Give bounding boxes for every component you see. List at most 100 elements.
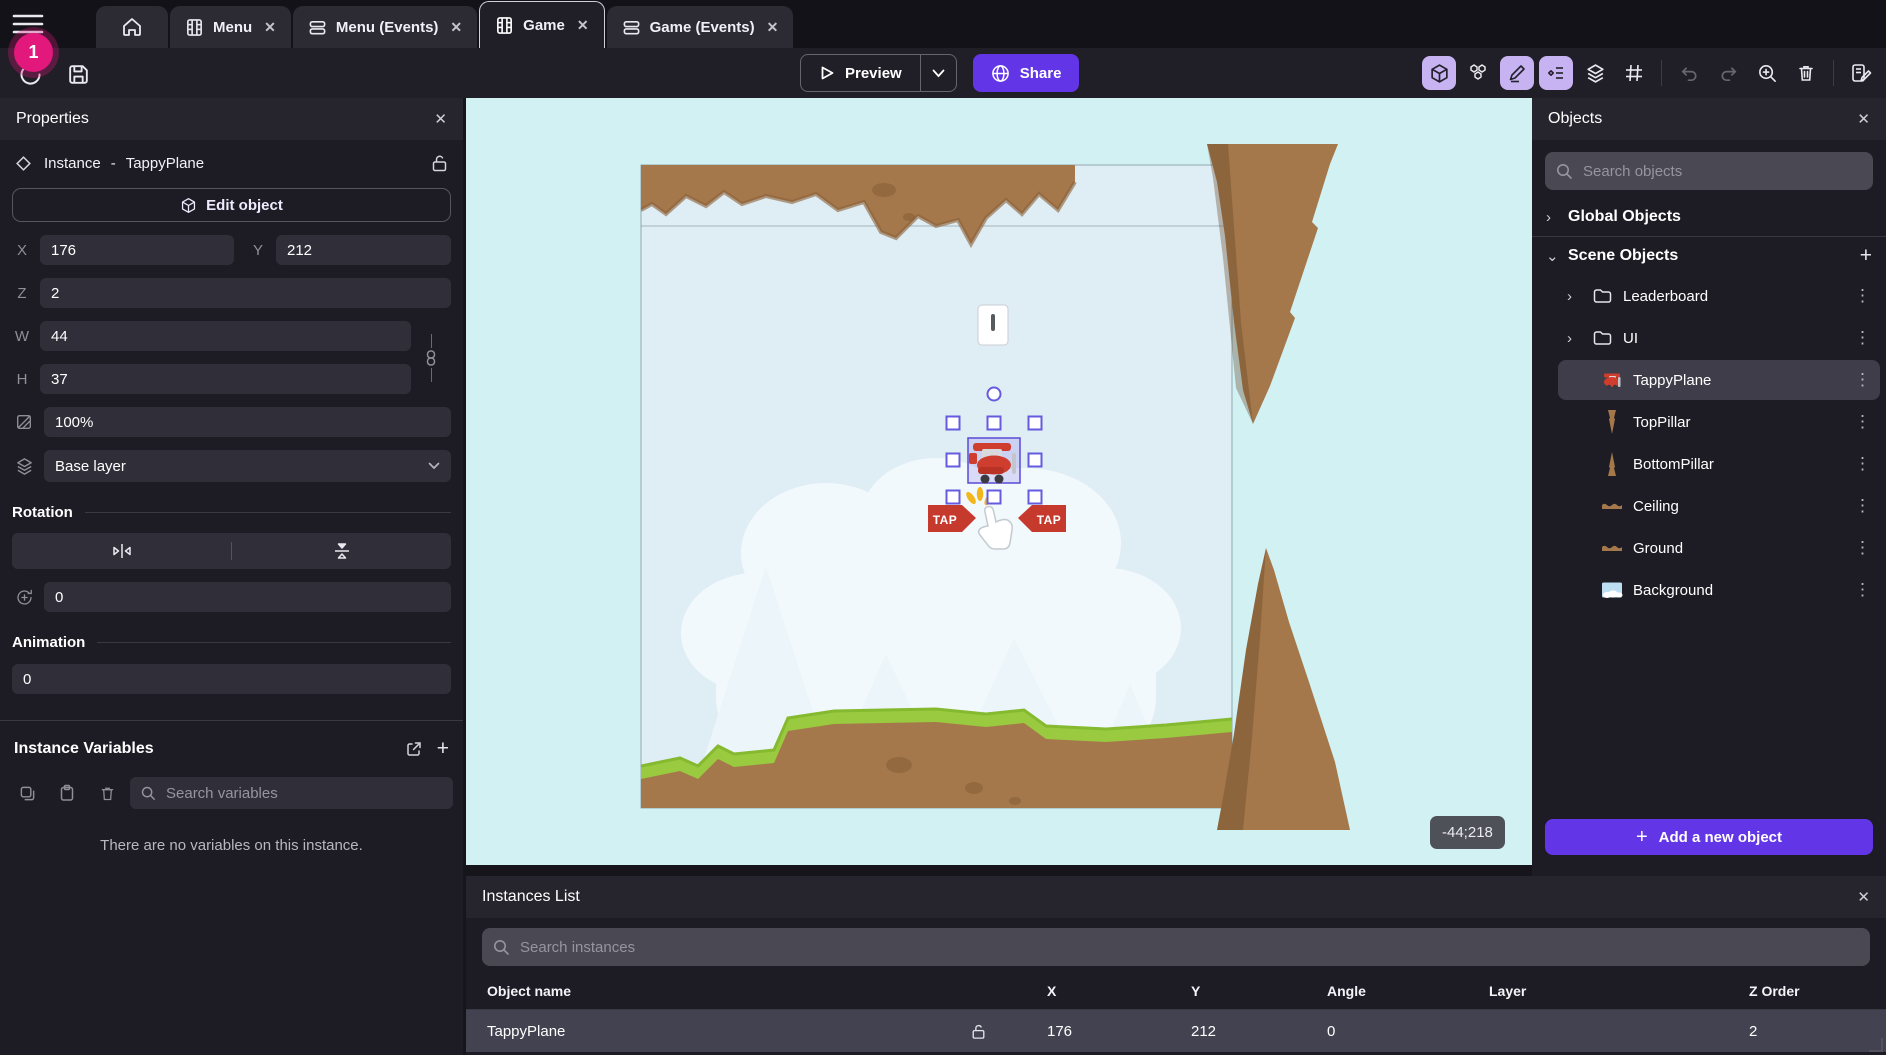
instance-table-row[interactable]: TappyPlane 176 212 0 2: [466, 1010, 1886, 1052]
layer-select[interactable]: Base layer: [44, 450, 451, 482]
kebab-menu-icon[interactable]: ⋮: [1854, 412, 1871, 432]
flip-horizontal-button[interactable]: [12, 533, 231, 569]
save-icon[interactable]: [66, 62, 91, 87]
add-object-icon[interactable]: +: [1860, 244, 1872, 268]
open-in-new-icon[interactable]: [405, 740, 423, 758]
link-line: [431, 368, 432, 382]
tab-close-icon[interactable]: ✕: [264, 19, 276, 36]
object-row-toppillar[interactable]: TopPillar ⋮: [1558, 402, 1880, 442]
lock-aspect-ratio-toggle[interactable]: [411, 321, 451, 394]
global-objects-header[interactable]: › Global Objects: [1532, 198, 1886, 236]
terrain-strip-icon: [1601, 542, 1623, 554]
object-row-ground[interactable]: Ground ⋮: [1558, 528, 1880, 568]
animation-input[interactable]: [12, 664, 451, 694]
object-row-ceiling[interactable]: Ceiling ⋮: [1558, 486, 1880, 526]
add-new-object-button[interactable]: + Add a new object: [1545, 819, 1873, 855]
kebab-menu-icon[interactable]: ⋮: [1854, 580, 1871, 600]
layers-button[interactable]: [1578, 56, 1612, 90]
objects-search-input[interactable]: [1581, 162, 1863, 181]
share-button[interactable]: Share: [973, 54, 1080, 92]
instance-object-name: TappyPlane: [126, 155, 204, 172]
instances-search[interactable]: [482, 928, 1870, 966]
scene-artwork: TAP TAP: [466, 98, 1532, 865]
objects-search[interactable]: [1545, 152, 1873, 190]
tab-menu-events[interactable]: Menu (Events) ✕: [293, 6, 477, 48]
grid-button[interactable]: [1617, 56, 1651, 90]
undo-button[interactable]: [1672, 56, 1706, 90]
add-variable-icon[interactable]: +: [437, 737, 449, 761]
scene-objects-header[interactable]: ⌄ Scene Objects +: [1532, 237, 1886, 275]
scene-canvas[interactable]: TAP TAP -44: [466, 98, 1532, 865]
edit-object-label: Edit object: [206, 197, 283, 214]
edit-scene-properties-button[interactable]: [1844, 56, 1878, 90]
object-row-tappyplane[interactable]: TappyPlane ⋮: [1558, 360, 1880, 400]
kebab-menu-icon[interactable]: ⋮: [1854, 328, 1871, 348]
variables-toolbar: [10, 777, 453, 809]
opacity-input[interactable]: [44, 407, 451, 437]
main-menu-button[interactable]: [12, 12, 44, 36]
kebab-menu-icon[interactable]: ⋮: [1854, 370, 1871, 390]
edit-document-icon: [1850, 62, 1872, 84]
delete-button[interactable]: [1789, 56, 1823, 90]
cell-x: 176: [1031, 1023, 1175, 1040]
redo-button[interactable]: [1711, 56, 1745, 90]
edit-object-button[interactable]: Edit object: [12, 188, 451, 222]
global-objects-label: Global Objects: [1568, 208, 1681, 226]
variables-search[interactable]: [130, 777, 453, 809]
pencil-icon: [1507, 63, 1527, 83]
tab-game[interactable]: Game ✕: [479, 1, 604, 48]
unlock-icon[interactable]: [431, 154, 448, 172]
play-icon: [819, 65, 835, 81]
close-icon[interactable]: ✕: [1857, 888, 1870, 906]
folder-icon: [1591, 330, 1613, 346]
zoom-button[interactable]: [1750, 56, 1784, 90]
cell-object-name: TappyPlane: [487, 1023, 955, 1040]
y-label: Y: [248, 242, 268, 259]
instances-blocks-button[interactable]: [1461, 56, 1495, 90]
object-row-ui[interactable]: › UI ⋮: [1558, 318, 1880, 358]
notification-badge[interactable]: 1: [14, 33, 53, 72]
instances-table-header: Object name X Y Angle Layer Z Order: [466, 972, 1886, 1010]
width-input[interactable]: [40, 321, 411, 351]
y-input[interactable]: [276, 235, 451, 265]
tab-home[interactable]: [96, 6, 168, 48]
resize-grip[interactable]: [1869, 1038, 1883, 1052]
height-input[interactable]: [40, 364, 411, 394]
tab-game-events[interactable]: Game (Events) ✕: [607, 6, 794, 48]
copy-icon[interactable]: [10, 778, 44, 808]
close-icon[interactable]: ✕: [1857, 110, 1870, 128]
trash-icon[interactable]: [90, 778, 124, 808]
tab-close-icon[interactable]: ✕: [450, 19, 462, 36]
kebab-menu-icon[interactable]: ⋮: [1854, 538, 1871, 558]
tab-close-icon[interactable]: ✕: [577, 17, 589, 34]
instances-search-input[interactable]: [518, 938, 1860, 957]
kebab-menu-icon[interactable]: ⋮: [1854, 286, 1871, 306]
tab-close-icon[interactable]: ✕: [767, 19, 779, 36]
properties-list-button[interactable]: [1539, 56, 1573, 90]
rotation-input[interactable]: [44, 582, 451, 612]
z-input[interactable]: [40, 278, 451, 308]
paste-icon[interactable]: [50, 778, 84, 808]
tab-menu[interactable]: Menu ✕: [170, 6, 291, 48]
instances-list-panel: Instances List ✕ Object name X Y Angle L…: [466, 876, 1886, 1055]
preview-button[interactable]: Preview: [801, 55, 920, 91]
unlock-icon[interactable]: [955, 1023, 1031, 1040]
edit-mode-button[interactable]: [1500, 56, 1534, 90]
properties-panel: Properties ✕ Instance - TappyPlane Edit …: [0, 98, 463, 1055]
rotation-handle[interactable]: [988, 388, 1001, 401]
object-row-bottompillar[interactable]: BottomPillar ⋮: [1558, 444, 1880, 484]
toggle-3d-view-button[interactable]: [1422, 56, 1456, 90]
x-input[interactable]: [40, 235, 234, 265]
objects-panel: Objects ✕ › Global Objects ⌄ Scene Objec…: [1532, 98, 1886, 876]
preview-options-button[interactable]: [920, 55, 956, 91]
kebab-menu-icon[interactable]: ⋮: [1854, 454, 1871, 474]
close-icon[interactable]: ✕: [434, 110, 447, 128]
object-row-background[interactable]: Background ⋮: [1558, 570, 1880, 610]
kebab-menu-icon[interactable]: ⋮: [1854, 496, 1871, 516]
variables-search-input[interactable]: [164, 784, 443, 803]
flip-vertical-button[interactable]: [232, 533, 451, 569]
tappy-plane-instance[interactable]: [968, 438, 1020, 484]
col-x: X: [1031, 983, 1175, 999]
objects-title: Objects: [1548, 110, 1602, 128]
object-row-leaderboard[interactable]: › Leaderboard ⋮: [1558, 276, 1880, 316]
